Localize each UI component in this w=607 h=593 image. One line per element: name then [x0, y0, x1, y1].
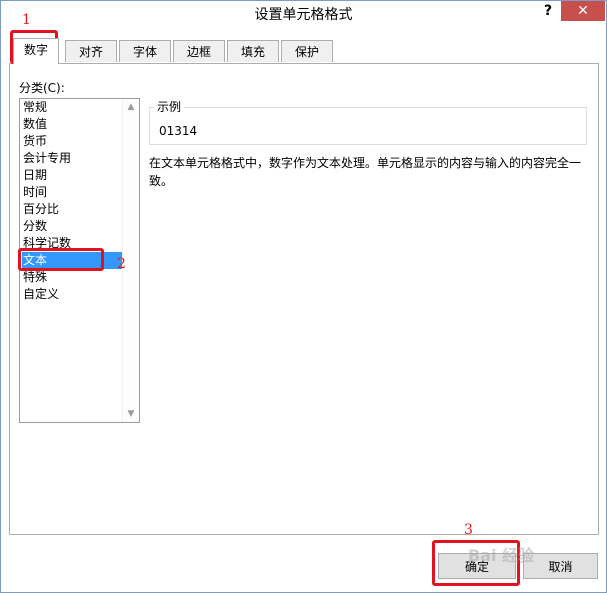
- step2-number: 2: [117, 256, 126, 272]
- step3-number: 3: [464, 522, 473, 538]
- watermark-logo: Bai 经验: [468, 546, 535, 565]
- category-label: 分类(C):: [19, 81, 65, 95]
- category-item-date[interactable]: 日期: [23, 167, 47, 184]
- category-item-currency[interactable]: 货币: [23, 133, 47, 150]
- help-button[interactable]: ?: [538, 1, 558, 21]
- scroll-up-arrow-icon[interactable]: ▲: [123, 99, 139, 115]
- tab-font[interactable]: 字体: [119, 40, 171, 62]
- tab-alignment[interactable]: 对齐: [65, 40, 117, 62]
- tab-fill[interactable]: 填充: [227, 40, 279, 62]
- sample-legend: 示例: [154, 98, 185, 115]
- category-item-custom[interactable]: 自定义: [23, 286, 59, 303]
- sample-group: [149, 107, 587, 145]
- tab-protection[interactable]: 保护: [281, 40, 333, 62]
- sample-value: 01314: [159, 124, 198, 138]
- close-button[interactable]: ✕: [561, 1, 605, 21]
- tab-number[interactable]: 数字: [13, 38, 59, 64]
- title-bar: 设置单元格格式 ? ✕: [1, 1, 606, 26]
- category-item-fraction[interactable]: 分数: [23, 218, 47, 235]
- category-item-percentage[interactable]: 百分比: [23, 201, 59, 218]
- scroll-down-arrow-icon[interactable]: ▼: [123, 406, 139, 422]
- step2-highlight-box: [18, 248, 104, 271]
- dialog-title: 设置单元格格式: [254, 7, 353, 23]
- category-item-accounting[interactable]: 会计专用: [23, 150, 71, 167]
- format-description: 在文本单元格格式中，数字作为文本处理。单元格显示的内容与输入的内容完全一致。: [149, 156, 582, 188]
- cancel-button[interactable]: 取消: [523, 553, 598, 579]
- category-item-special[interactable]: 特殊: [23, 269, 47, 286]
- tab-strip: 数字 对齐 字体 边框 填充 保护: [9, 38, 599, 64]
- tab-border[interactable]: 边框: [173, 40, 225, 62]
- format-cells-dialog: 设置单元格格式 ? ✕ 数字 对齐 字体 边框 填充 保护 分类(C): 常规 …: [0, 0, 607, 593]
- category-item-number[interactable]: 数值: [23, 116, 47, 133]
- category-item-time[interactable]: 时间: [23, 184, 47, 201]
- step1-number: 1: [22, 12, 31, 28]
- category-item-general[interactable]: 常规: [23, 99, 47, 116]
